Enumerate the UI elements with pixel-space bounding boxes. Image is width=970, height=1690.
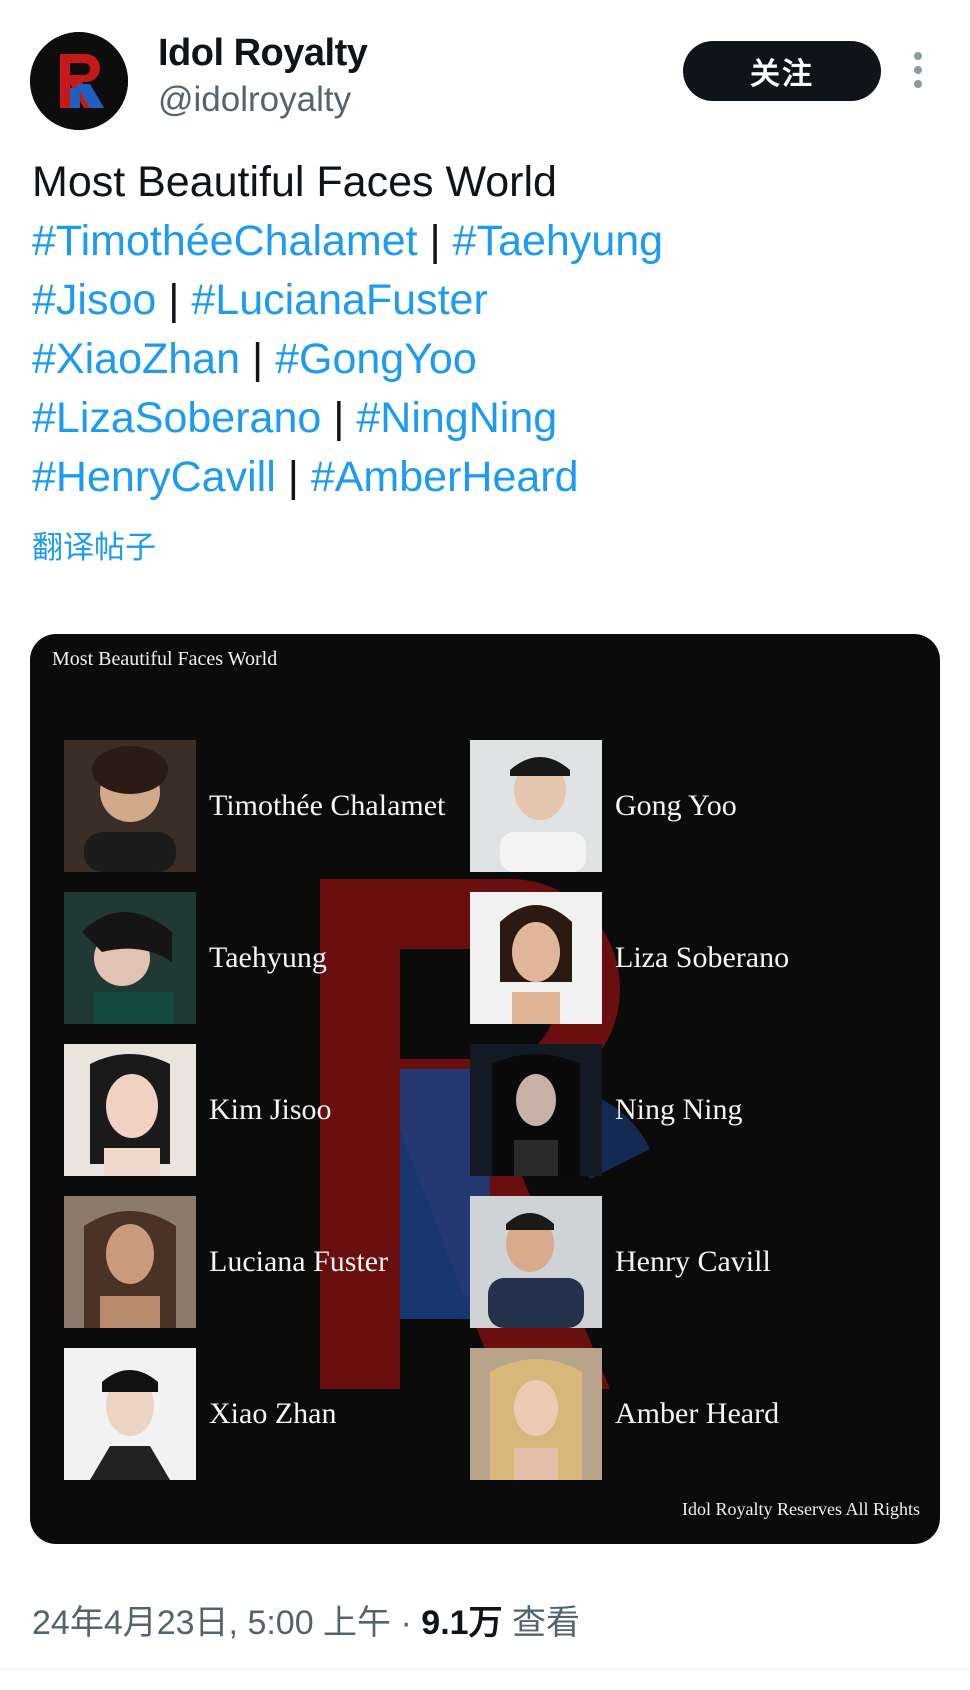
views-label: 查看 (512, 1604, 581, 1642)
more-vertical-icon[interactable] (908, 52, 928, 92)
celebrity-name: Luciana Fuster (209, 1245, 389, 1278)
hashtag-link[interactable]: #LucianaFuster (191, 276, 487, 324)
hashtag-separator: | (251, 335, 264, 383)
idol-royalty-logo-icon (30, 32, 128, 130)
celebrity-card: Henry Cavill (470, 1196, 900, 1328)
celebrity-card: Amber Heard (470, 1348, 900, 1480)
celebrity-card: Ning Ning (470, 1044, 900, 1176)
celebrity-card: Gong Yoo (470, 740, 900, 872)
hashtag-link[interactable]: #TimothéeChalamet (32, 217, 418, 265)
celebrity-name: Xiao Zhan (209, 1397, 337, 1430)
post-timestamp[interactable]: 24年4月23日, 5:00 上午 (32, 1604, 391, 1642)
image-title: Most Beautiful Faces World (52, 648, 278, 670)
hashtag-link[interactable]: #NingNing (356, 394, 557, 442)
celebrity-photo (64, 740, 196, 872)
post-title-line: Most Beautiful Faces World (32, 158, 557, 206)
celebrity-name: Gong Yoo (615, 789, 737, 822)
hashtag-line: #Jisoo | #LucianaFuster (32, 271, 932, 330)
hashtag-separator: | (429, 217, 441, 265)
celebrity-photo (64, 1196, 196, 1328)
celebrity-photo (64, 892, 196, 1024)
hashtag-line: #XiaoZhan | #GongYoo (32, 330, 932, 389)
hashtag-link[interactable]: #AmberHeard (311, 453, 579, 501)
celebrity-photo (64, 1044, 196, 1176)
views-count: 9.1万 (421, 1604, 503, 1642)
celebrity-photo (470, 1196, 602, 1328)
avatar[interactable] (30, 32, 128, 130)
user-handle[interactable]: @idolroyalty (158, 80, 351, 120)
hashtag-separator: | (168, 276, 180, 324)
celebrity-card: Xiao Zhan (64, 1348, 494, 1480)
follow-button[interactable]: 关注 (683, 41, 881, 101)
celebrity-name: Taehyung (209, 941, 327, 974)
hashtag-link[interactable]: #Jisoo (32, 276, 156, 324)
celebrity-photo (470, 1348, 602, 1480)
hashtag-separator: | (333, 394, 345, 442)
hashtag-link[interactable]: #GongYoo (275, 335, 477, 383)
celebrity-name: Ning Ning (615, 1093, 743, 1126)
celebrity-photo (470, 740, 602, 872)
divider (0, 1668, 970, 1669)
celebrity-photo (64, 1348, 196, 1480)
translate-post-link[interactable]: 翻译帖子 (32, 522, 156, 567)
celebrity-card: Luciana Fuster (64, 1196, 494, 1328)
hashtag-line: #TimothéeChalamet | #Taehyung (32, 212, 932, 271)
post-header: Idol Royalty @idolroyalty 关注 (0, 0, 970, 135)
hashtag-link[interactable]: #Taehyung (453, 217, 663, 265)
celebrity-name: Henry Cavill (615, 1245, 771, 1278)
hashtag-link[interactable]: #HenryCavill (32, 453, 276, 501)
post-text: Most Beautiful Faces World #TimothéeChal… (32, 153, 932, 507)
image-copyright: Idol Royalty Reserves All Rights (682, 1499, 920, 1519)
celebrity-card: Kim Jisoo (64, 1044, 494, 1176)
celebrity-card: Timothée Chalamet (64, 740, 494, 872)
hashtag-line: #HenryCavill | #AmberHeard (32, 448, 932, 507)
hashtag-link[interactable]: #XiaoZhan (32, 335, 240, 383)
meta-separator: · (400, 1604, 412, 1642)
post-image[interactable]: Most Beautiful Faces World Timothée Chal… (30, 634, 940, 1544)
celebrity-name: Liza Soberano (615, 941, 790, 974)
celebrity-name: Kim Jisoo (209, 1093, 332, 1126)
celebrity-name: Timothée Chalamet (209, 789, 446, 822)
post-meta: 24年4月23日, 5:00 上午 · 9.1万 查看 (32, 1595, 580, 1644)
hashtag-link[interactable]: #LizaSoberano (32, 394, 321, 442)
hashtag-line: #LizaSoberano | #NingNing (32, 389, 932, 448)
celebrity-name: Amber Heard (615, 1397, 780, 1430)
celebrity-photo (470, 892, 602, 1024)
celebrity-card: Taehyung (64, 892, 494, 1024)
display-name[interactable]: Idol Royalty (158, 32, 368, 75)
celebrity-card: Liza Soberano (470, 892, 900, 1024)
celebrity-photo (470, 1044, 602, 1176)
hashtag-separator: | (287, 453, 299, 501)
